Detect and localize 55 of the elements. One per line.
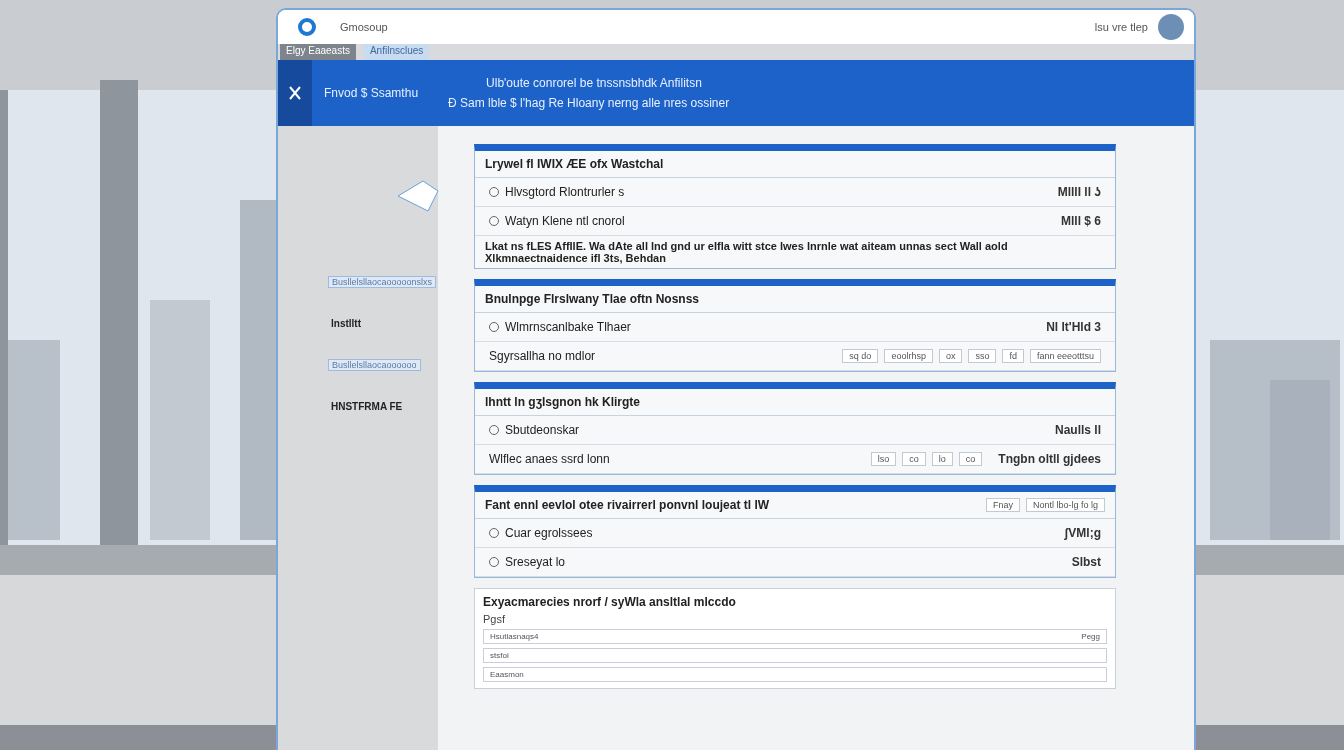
field-label: Hsutlasnaqs4 (490, 632, 539, 641)
input-field[interactable]: sq do (842, 349, 879, 363)
banner-title: Fnvod $ Ssamthu (324, 86, 419, 100)
close-icon[interactable] (278, 60, 312, 126)
row-label: Wlflec anaes ssrd lonn (489, 452, 610, 466)
input-field[interactable]: lso (870, 452, 897, 466)
section-title: lhntt ln gʒlsgnon hk Klirgte (485, 395, 640, 409)
section-title: Fant ennl eevlol otee rivairrerl ponvnl loujeat tl lW (485, 498, 770, 512)
form-row[interactable]: stsfoi (483, 648, 1107, 663)
input-field[interactable]: ox (938, 349, 963, 363)
row-label: Cuar egrolssees (505, 526, 593, 540)
callout-label: lnstlltt (330, 318, 362, 329)
form-row[interactable]: Hsutlasnaqs4 Pegg (483, 629, 1107, 644)
description-text: Lkat ns fLES AffIlE. Wa dAte all lnd gnd ur eIfla witt stce lwes lnrnle wat aiteam unnas sect Wall aold Xlkmnaectnaidence ifl 3ts, Behdan (484, 239, 1009, 266)
section-title: Bnulnpge Flrslwany Tlae oftn Nosnss (485, 292, 700, 306)
logo-icon (298, 18, 316, 36)
bookmark-chip[interactable]: Elgy Eaaeasts (280, 44, 356, 60)
callout-label: Busllelsllaocaooooonslxs (328, 276, 437, 288)
form-subtitle: Pgsf (483, 613, 506, 625)
section-title: Lrywel fl IWIX ÆE ofx Wastchal (485, 157, 664, 171)
row-label: Sgyrsallha no mdlor (489, 349, 596, 363)
input-field[interactable]: lo (931, 452, 953, 466)
row-value: Nl lt'Hld 3 (1046, 320, 1101, 334)
bookmark-chip[interactable]: Anfilnsclues (363, 44, 430, 60)
row-value: Naulls ll (1055, 423, 1101, 437)
banner-text: Ulb'oute conrorel be tnssnsbhdk Anfilitsn (486, 76, 703, 90)
input-field[interactable]: fd (1002, 349, 1024, 363)
row-label: Sbutdeonskar (505, 423, 580, 437)
callout-label: Busllelsllaocaoooooo (328, 359, 421, 371)
input-field[interactable]: co (958, 452, 983, 466)
input-field[interactable]: Nontl lbo-lg fo lg (1025, 498, 1105, 512)
field-value: Pegg (1081, 632, 1100, 641)
row-label: Watyn Klene ntl cnorol (505, 214, 625, 228)
avatar-icon[interactable] (1158, 14, 1184, 40)
row-value: ʃVMl;g (1064, 526, 1101, 540)
row-value: Slbst (1071, 555, 1101, 569)
row-value: MlllI ll ʖ (1057, 185, 1101, 199)
banner-text: Ð Sam lble $ l'hag Re Hloany nerng alle nres ossiner (448, 96, 730, 110)
input-field[interactable]: co (902, 452, 926, 466)
row-value: Tngbn oltll gjdees (998, 452, 1101, 466)
row-label: Sreseyat lo (505, 555, 566, 569)
form-title: Exyacmarecies nrorf / syWla ansltlal mlccdo (483, 595, 737, 609)
callout-label: HNSTFRMA FE (330, 401, 404, 412)
form-row[interactable]: Eaasmon (483, 667, 1107, 682)
row-value: Mlll $ 6 (1061, 214, 1101, 228)
input-field[interactable]: sso (968, 349, 997, 363)
input-field[interactable]: eoolrhsp (884, 349, 933, 363)
input-field[interactable]: fann eeeotttsu (1029, 349, 1101, 363)
field-label: stsfoi (490, 651, 509, 660)
row-label: Wlmrnscanlbake Tlhaer (505, 320, 631, 334)
row-label: Hlvsgtord Rlontrurler s (505, 185, 625, 199)
input-field[interactable]: Fnay (985, 498, 1020, 512)
account-label[interactable]: lsu vre tlep (1094, 21, 1148, 33)
field-label: Eaasmon (490, 670, 524, 679)
tab-title[interactable]: Gmosoup (340, 21, 388, 33)
